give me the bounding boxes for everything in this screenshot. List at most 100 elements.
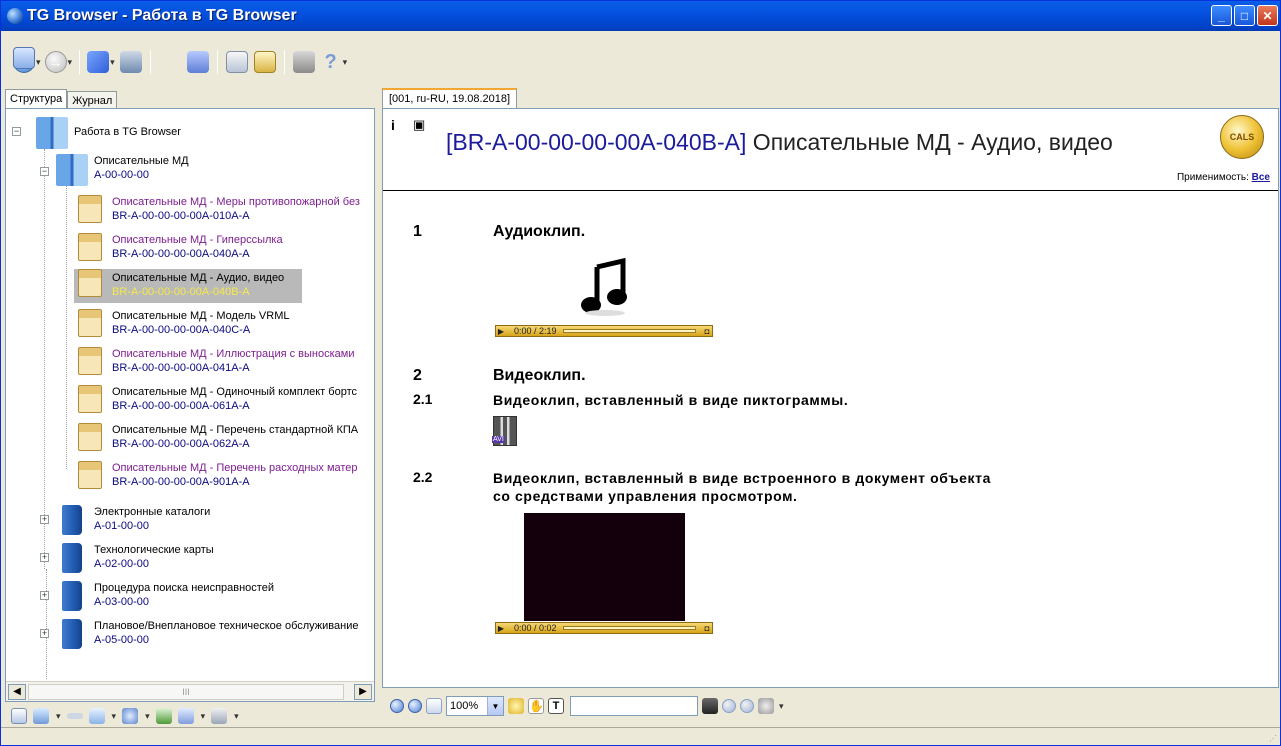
tree-book[interactable]: Плановое/Внеплановое техническое обслужи…	[56, 619, 358, 649]
tree-doc-selected[interactable]: Описательные МД - Аудио, видео BR-A-00-00…	[74, 269, 302, 303]
tree-doc[interactable]: Описательные МД - Перечень стандартной К…	[74, 423, 358, 451]
zoom-in-icon[interactable]	[390, 699, 404, 713]
text-select-icon[interactable]: T	[548, 698, 564, 714]
applicability-link[interactable]: Все	[1252, 172, 1270, 183]
tree-doc[interactable]: Описательные МД - Иллюстрация с выноскам…	[74, 347, 355, 375]
resize-grip-icon[interactable]: ⋰	[1269, 734, 1277, 743]
search-icon	[253, 51, 276, 73]
volume-icon[interactable]: ◘	[702, 326, 712, 336]
tree-doc[interactable]: Описательные МД - Меры противопожарной б…	[74, 195, 360, 223]
clipboard-icon[interactable]	[11, 708, 27, 724]
tree-horizontal-scrollbar[interactable]: ◀ III ▶	[6, 681, 374, 701]
info-icon[interactable]: i	[391, 117, 395, 133]
tree-node-label: Описательные МД - Перечень расходных мат…	[112, 462, 358, 474]
find-next-icon[interactable]	[740, 699, 754, 713]
tree-node-label: Процедура поиска неисправностей	[94, 582, 274, 594]
volume-icon[interactable]: ◘	[702, 623, 712, 633]
video-seek-bar[interactable]	[562, 626, 696, 630]
tree-node-label: Описательные МД - Гиперссылка	[112, 234, 283, 246]
tree-doc[interactable]: Описательные МД - Модель VRML BR-A-00-00-…	[74, 309, 290, 337]
find-options-icon[interactable]	[758, 698, 774, 714]
document-tree: − Работа в TG Browser − Описательные МД …	[6, 109, 374, 681]
audio-seek-bar[interactable]	[562, 329, 696, 333]
document-header: i ▣ [BR-A-00-00-00-00A-040B-A] Описатель…	[383, 109, 1278, 191]
tree-doc[interactable]: Описательные МД - Перечень расходных мат…	[74, 461, 358, 489]
tree-doc[interactable]: Описательные МД - Одиночный комплект бор…	[74, 385, 357, 413]
forward-button[interactable]: → ▾	[44, 47, 72, 77]
zoom-out-icon[interactable]	[408, 699, 422, 713]
subsection-number: 2.1	[413, 391, 433, 407]
fit-page-icon[interactable]	[426, 698, 442, 714]
binoculars-icon[interactable]	[702, 698, 718, 714]
tree-collapse-toggle[interactable]: −	[40, 167, 49, 176]
tree-doc[interactable]: Описательные МД - Гиперссылка BR-A-00-00-…	[74, 233, 283, 261]
document-icon	[78, 233, 102, 261]
music-note-icon[interactable]	[579, 257, 631, 317]
scroll-right-button[interactable]: ▶	[354, 684, 372, 700]
find-previous-icon[interactable]	[722, 699, 736, 713]
view-toolbar: 100% ▼ ✋ T ▾	[382, 691, 1279, 721]
book-icon	[62, 543, 82, 573]
avi-video-icon[interactable]: AVI	[492, 416, 517, 446]
tree-book[interactable]: Электронные каталоги A-01-00-00	[56, 505, 210, 535]
tree-expand-toggle[interactable]: +	[40, 591, 49, 600]
tree-node-code: A-03-00-00	[94, 596, 150, 608]
tree-expand-toggle[interactable]: +	[40, 553, 49, 562]
tree-node-code: BR-A-00-00-00-00A-061A-A	[112, 400, 250, 412]
document-icon	[78, 423, 102, 451]
tree-expand-toggle[interactable]: +	[40, 629, 49, 638]
comment-icon[interactable]	[508, 698, 524, 714]
video-player[interactable]: ▶ 0:00 / 0:02 ◘	[495, 622, 713, 634]
cals-logo-icon: CALS	[1220, 115, 1264, 159]
maximize-button[interactable]: □	[1234, 5, 1255, 26]
tree-node-label: Описательные МД - Иллюстрация с выноскам…	[112, 348, 355, 360]
tree-node-code: BR-A-00-00-00-00A-040B-A	[112, 286, 250, 298]
document-icon	[78, 309, 102, 337]
play-icon[interactable]: ▶	[496, 326, 506, 336]
tab-journal[interactable]: Журнал	[67, 91, 118, 109]
copy-button[interactable]	[225, 47, 249, 77]
find-input[interactable]	[570, 696, 698, 716]
play-icon[interactable]: ▶	[496, 623, 506, 633]
bookmarks-button[interactable]: ▾	[87, 47, 115, 77]
tree-book[interactable]: Процедура поиска неисправностей A-03-00-0…	[56, 581, 274, 611]
applicability-label: Применимость:	[1176, 172, 1249, 183]
sync-icon	[186, 51, 209, 73]
zoom-value: 100%	[450, 700, 479, 712]
tree-book[interactable]: Технологические карты A-02-00-00	[56, 543, 214, 573]
zoom-select[interactable]: 100% ▼	[446, 696, 504, 716]
subsection-number: 2.2	[413, 469, 433, 485]
toggle-tree-button[interactable]	[13, 47, 182, 77]
close-button[interactable]: ✕	[1257, 5, 1278, 26]
tree-collapse-toggle[interactable]: −	[12, 127, 21, 136]
upload-icon[interactable]	[155, 708, 172, 724]
settings-icon[interactable]	[211, 708, 228, 724]
help-button[interactable]: ? ▾	[320, 47, 347, 77]
audio-player[interactable]: ▶ 0:00 / 2:19 ◘	[495, 325, 713, 337]
tab-document[interactable]: [001, ru-RU, 19.08.2018]	[382, 88, 518, 109]
magnifier-icon[interactable]	[122, 708, 139, 724]
minimize-button[interactable]: _	[1211, 5, 1232, 26]
video-frame[interactable]	[524, 513, 685, 621]
title-bar[interactable]: TG Browser - Работа в TG Browser _ □ ✕	[1, 1, 1280, 31]
scroll-left-button[interactable]: ◀	[8, 684, 26, 700]
tree-node-code: BR-A-00-00-00-00A-062A-A	[112, 438, 250, 450]
tree-root[interactable]: Работа в TG Browser	[36, 117, 181, 149]
expand-all-icon[interactable]	[33, 708, 49, 724]
sync-button[interactable]	[186, 47, 210, 77]
presentation-icon[interactable]: ▣	[413, 117, 425, 133]
collapse-icon[interactable]	[66, 713, 83, 719]
tree-node-label: Технологические карты	[94, 544, 214, 556]
print-button[interactable]	[119, 47, 143, 77]
tree-expand-toggle[interactable]: +	[40, 515, 49, 524]
document-icon	[78, 385, 102, 413]
filter-icon[interactable]	[177, 708, 194, 724]
hand-tool-icon[interactable]: ✋	[528, 698, 544, 714]
tools-button[interactable]	[292, 47, 316, 77]
binoculars-icon[interactable]	[88, 708, 105, 724]
tools-icon	[292, 51, 315, 73]
tree-group[interactable]: Описательные МД A-00-00-00	[56, 154, 189, 186]
tab-structure[interactable]: Структура	[5, 89, 68, 109]
scroll-thumb[interactable]: III	[28, 684, 344, 700]
search-button[interactable]	[253, 47, 277, 77]
